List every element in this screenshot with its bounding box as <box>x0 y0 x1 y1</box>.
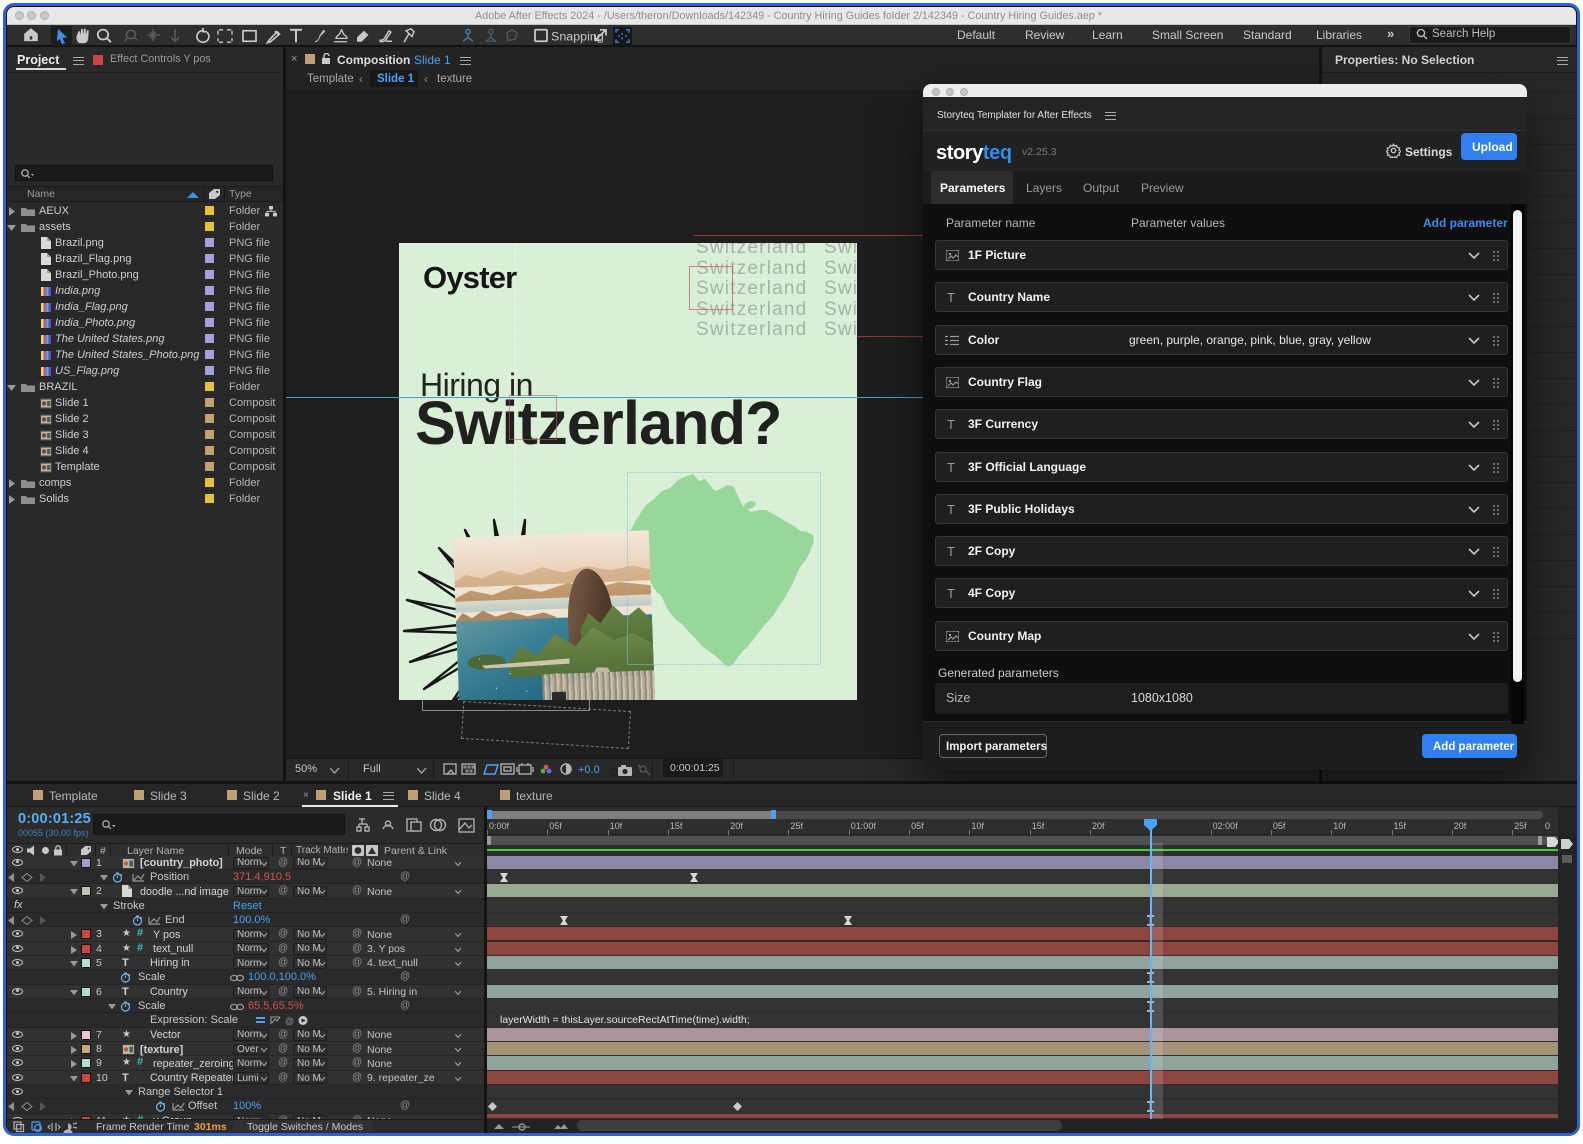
svg-text:@: @ <box>285 1016 294 1026</box>
svg-text:Snapping: Snapping <box>551 30 604 44</box>
svg-text:+0.0: +0.0 <box>578 764 600 776</box>
